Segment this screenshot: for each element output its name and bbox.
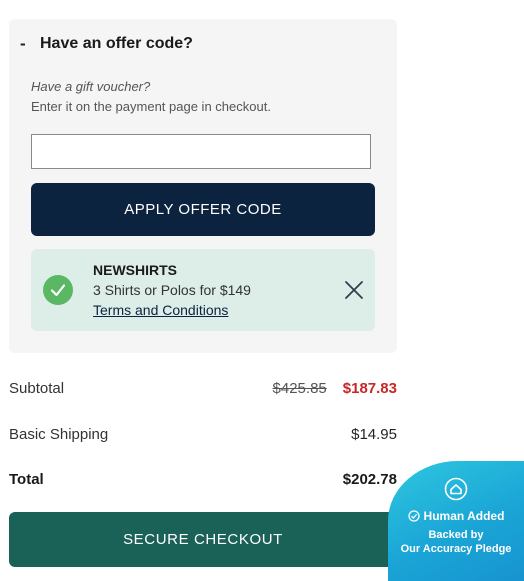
close-icon[interactable] [343,279,365,301]
badge-backed-by: Backed by [428,529,484,541]
gift-voucher-instructions: Enter it on the payment page in checkout… [31,99,271,114]
offer-code-toggle[interactable]: - Have an offer code? [20,34,387,54]
accuracy-pledge-badge[interactable]: Human Added Backed by Our Accuracy Pledg… [388,461,524,581]
total-value: $202.78 [342,470,397,488]
offer-code-panel: - Have an offer code? Have a gift vouche… [9,19,397,353]
terms-and-conditions-link[interactable]: Terms and Conditions [93,302,228,318]
offer-code-input[interactable] [31,134,371,169]
subtotal-prices: $425.85 $187.83 [273,380,397,397]
subtotal-original-price: $425.85 [272,379,327,397]
applied-code-description: 3 Shirts or Polos for $149 [93,282,251,298]
shipping-value: $14.95 [351,425,397,443]
secure-checkout-button[interactable]: SECURE CHECKOUT [9,512,397,567]
total-label: Total [9,470,44,488]
applied-offer-code: NEWSHIRTS 3 Shirts or Polos for $149 Ter… [31,249,375,331]
apply-offer-code-button[interactable]: APPLY OFFER CODE [31,183,375,236]
shipping-row: Basic Shipping $14.95 [9,422,397,446]
shield-home-icon [444,477,468,501]
subtotal-discounted-price: $187.83 [342,379,397,397]
subtotal-label: Subtotal [9,379,65,397]
total-row: Total $202.78 [9,467,397,491]
collapse-icon: - [20,34,26,53]
gift-voucher-hint: Have a gift voucher? [31,79,151,94]
check-circle-icon [43,275,73,305]
check-icon [407,510,420,522]
subtotal-row: Subtotal $425.85 $187.83 [9,376,397,400]
badge-pledge: Our Accuracy Pledge [400,543,512,555]
human-added-label: Human Added [388,509,524,523]
human-added-text: Human Added [423,509,505,523]
shipping-label: Basic Shipping [9,425,109,443]
applied-code-name: NEWSHIRTS [93,262,177,278]
offer-title: Have an offer code? [40,35,193,52]
